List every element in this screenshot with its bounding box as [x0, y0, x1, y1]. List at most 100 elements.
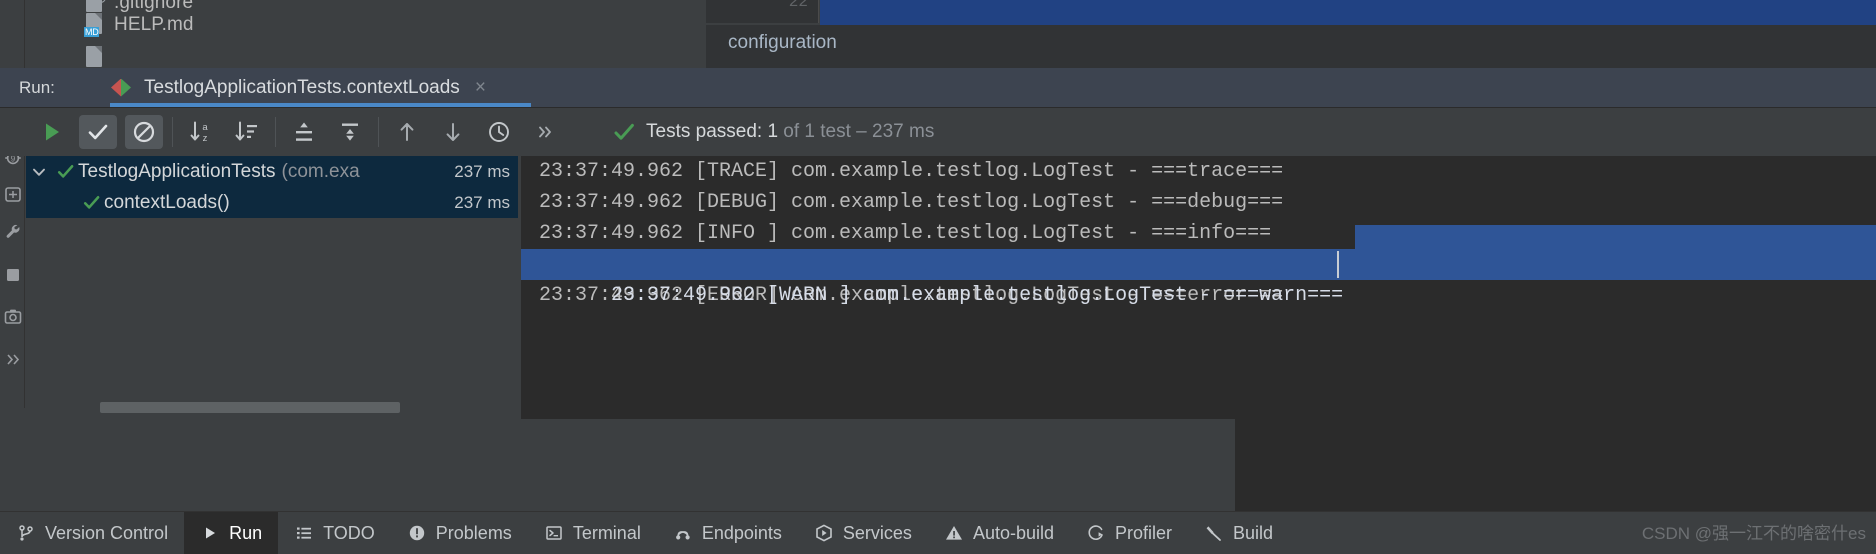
sidebar-item-label: Endpoints	[701, 522, 782, 543]
close-icon[interactable]: ×	[475, 77, 486, 99]
toolbar-separator	[172, 117, 173, 147]
log-line: 23:37:49.962 [TRACE] com.example.testlog…	[539, 160, 1284, 183]
tree-horizontal-scrollbar[interactable]	[100, 402, 400, 413]
project-tool-window: .gitignore MD HELP.md	[26, 0, 705, 68]
run-configuration-tab[interactable]: TestlogApplicationTests.contextLoads ×	[105, 68, 500, 107]
test-duration: 237 ms	[454, 161, 510, 181]
sidebar-item-label: Problems	[435, 522, 512, 543]
warning-triangle-icon	[944, 523, 964, 543]
test-method-name: contextLoads()	[104, 191, 230, 213]
run-tab-title: TestlogApplicationTests.contextLoads	[144, 76, 460, 98]
sidebar-item-label: Build	[1233, 522, 1274, 543]
sort-by-duration-button[interactable]	[224, 108, 270, 156]
sidebar-item-endpoints[interactable]: Endpoints	[657, 512, 798, 554]
screenshot-button[interactable]	[3, 306, 23, 328]
sort-duration-icon	[235, 121, 257, 141]
profiler-glyph	[1088, 525, 1103, 541]
list-glyph	[297, 527, 312, 539]
sidebar-item-label: Profiler	[1115, 522, 1173, 543]
show-passed-toggle[interactable]	[75, 108, 121, 156]
sort-alpha-icon: a z	[190, 121, 208, 144]
editor-code-text: configuration	[728, 32, 837, 53]
svg-text:a: a	[202, 122, 208, 133]
arrow-up-icon	[400, 123, 414, 141]
console-output[interactable]: 23:37:49.962 [TRACE] com.example.testlog…	[521, 156, 1876, 419]
project-file-next[interactable]	[84, 45, 105, 70]
settings-button[interactable]	[3, 221, 23, 243]
markdown-badge: MD	[84, 27, 100, 37]
clock-icon	[489, 122, 509, 142]
table-row[interactable]: contextLoads() 237 ms	[26, 187, 518, 218]
test-duration: 237 ms	[454, 192, 510, 212]
test-history-button[interactable]	[476, 108, 522, 156]
collapse-all-icon	[342, 123, 358, 141]
branch-icon	[16, 523, 36, 543]
sidebar-item-profiler[interactable]: Profiler	[1070, 512, 1188, 554]
show-ignored-toggle[interactable]	[121, 108, 167, 156]
log-line-text: 23:37:49.962 [WARN ] com.example.testlog…	[611, 284, 1344, 307]
check-icon	[88, 124, 108, 140]
test-status-prefix: Tests passed:	[646, 121, 768, 142]
bottom-tool-window-bar: Version Control Run TODO Problems Termin…	[0, 511, 1876, 554]
sidebar-item-services[interactable]: Services	[798, 512, 928, 554]
stop-square-icon	[7, 269, 19, 281]
sidebar-item-label: Run	[229, 522, 263, 543]
run-toolbar-buttons: a z	[29, 108, 568, 156]
terminal-glyph	[546, 526, 562, 540]
table-row[interactable]: TestlogApplicationTests (com.exa 237 ms	[26, 156, 518, 187]
services-icon	[814, 523, 834, 543]
test-results-tree[interactable]: TestlogApplicationTests (com.exa 237 ms …	[26, 156, 518, 419]
green-check-icon	[78, 193, 104, 212]
project-file-help-md[interactable]: MD HELP.md	[84, 12, 194, 37]
sidebar-item-problems[interactable]: Problems	[391, 512, 528, 554]
sidebar-item-label: Version Control	[45, 522, 169, 543]
generic-file-icon	[84, 45, 105, 70]
sidebar-item-build[interactable]: Build	[1188, 512, 1289, 554]
editor-line-number: 22	[788, 0, 808, 11]
sidebar-item-label: Auto-build	[972, 522, 1054, 543]
green-check-icon	[52, 162, 78, 181]
camera-icon	[4, 309, 22, 324]
sidebar-item-label: Terminal	[572, 522, 641, 543]
chevron-down-icon[interactable]	[26, 163, 52, 181]
test-status-count: 1	[767, 121, 779, 142]
rerun-button[interactable]	[29, 108, 75, 156]
endpoints-glyph	[675, 531, 690, 540]
services-glyph	[816, 524, 832, 542]
selection-stripe-overflow	[1355, 225, 1876, 255]
sidebar-item-auto-build[interactable]: Auto-build	[928, 512, 1070, 554]
stop-button[interactable]	[3, 263, 23, 285]
test-status-suffix: of 1 test – 237 ms	[778, 121, 935, 142]
text-caret	[1337, 251, 1339, 278]
project-left-rail	[0, 0, 25, 68]
hammer-icon	[1204, 523, 1224, 543]
coverage-button[interactable]	[3, 183, 23, 205]
arrow-down-icon	[446, 123, 460, 141]
coverage-icon	[5, 187, 21, 202]
toolbar-separator	[275, 117, 276, 147]
editor-selection-highlight	[820, 0, 1876, 25]
collapse-all-button[interactable]	[327, 108, 373, 156]
endpoints-icon	[673, 523, 693, 543]
sidebar-item-todo[interactable]: TODO	[278, 512, 391, 554]
next-failed-button[interactable]	[430, 108, 476, 156]
play-glyph	[206, 527, 216, 539]
green-check-glyph	[83, 196, 99, 209]
sidebar-item-run[interactable]: Run	[184, 511, 279, 554]
ide-window: .gitignore MD HELP.md 22 configuration R…	[0, 0, 1876, 554]
test-status-line: Tests passed: 1 of 1 test – 237 ms	[612, 108, 934, 156]
sort-alphabetically-button[interactable]: a z	[178, 108, 224, 156]
markdown-file-icon: MD	[84, 12, 105, 37]
play-icon	[46, 123, 59, 141]
expand-all-button[interactable]	[281, 108, 327, 156]
branch-glyph	[19, 525, 33, 541]
editor-code-area[interactable]: configuration	[706, 25, 1876, 68]
previous-failed-button[interactable]	[384, 108, 430, 156]
test-class-name: TestlogApplicationTests	[78, 160, 276, 182]
more-options-button[interactable]	[522, 108, 568, 156]
watermark-text: CSDN @强一江不的啥密什es	[1641, 524, 1866, 543]
expand-rail-button[interactable]	[3, 348, 23, 370]
sidebar-item-version-control[interactable]: Version Control	[0, 512, 184, 554]
sidebar-item-terminal[interactable]: Terminal	[528, 512, 657, 554]
wrench-icon	[6, 224, 20, 238]
